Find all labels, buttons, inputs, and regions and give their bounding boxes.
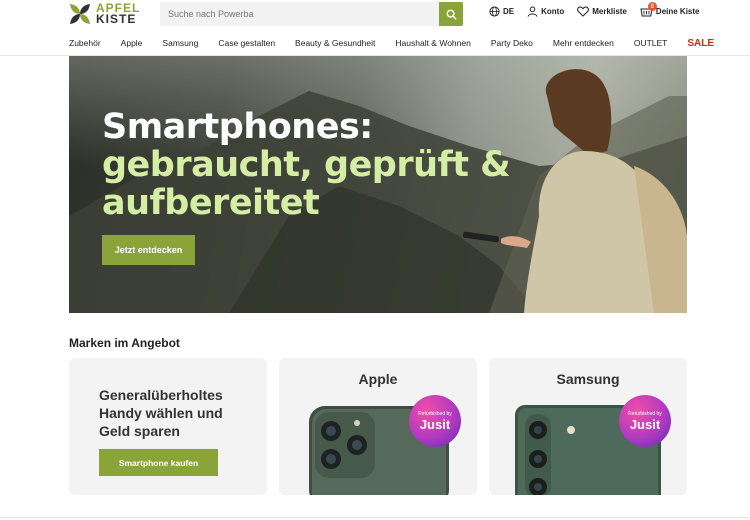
hero-cta-button[interactable]: Jetzt entdecken (102, 235, 195, 265)
brand-card-apple[interactable]: Apple Refurbished by Jusit (279, 358, 477, 495)
cart-label: Deine Kiste (655, 7, 700, 16)
search-icon (446, 9, 457, 20)
refurbished-seal: Refurbished by Jusit (619, 395, 671, 447)
language-selector[interactable]: DE (489, 6, 514, 17)
promo-card: Generalüberholtes Handy wählen und Geld … (69, 358, 267, 495)
heart-icon (577, 6, 590, 17)
search-button[interactable] (439, 2, 463, 26)
cart-count-badge: 0 (647, 2, 657, 11)
nav-item-haushalt[interactable]: Haushalt & Wohnen (395, 38, 470, 48)
section-divider (0, 517, 750, 518)
main-nav: Zubehör Apple Samsung Case gestalten Bea… (69, 36, 714, 50)
account-label: Konto (541, 7, 565, 16)
seal-brand: Jusit (629, 417, 661, 432)
seal-brand: Jusit (419, 417, 451, 432)
hero-headline-line3: aufbereitet (102, 183, 320, 223)
wishlist-label: Merkliste (592, 7, 627, 16)
hero-banner: Smartphones: gebraucht, geprüft & aufber… (69, 56, 687, 313)
search-bar (160, 2, 463, 26)
search-input[interactable] (160, 2, 430, 26)
nav-item-apple[interactable]: Apple (121, 38, 143, 48)
hero-headline: Smartphones: gebraucht, geprüft & aufber… (102, 107, 511, 223)
wishlist-link[interactable]: Merkliste (577, 6, 627, 17)
smartphone-kaufen-button[interactable]: Smartphone kaufen (99, 449, 218, 476)
promo-text: Generalüberholtes Handy wählen und Geld … (99, 387, 223, 439)
brand-card-samsung[interactable]: Samsung Refurbished by Jusit (489, 358, 687, 495)
refurbished-seal: Refurbished by Jusit (409, 395, 461, 447)
logo-leaf-icon (69, 3, 91, 25)
nav-item-case-gestalten[interactable]: Case gestalten (218, 38, 275, 48)
account-link[interactable]: Konto (527, 6, 564, 17)
user-icon (527, 6, 538, 17)
nav-item-beauty[interactable]: Beauty & Gesundheit (295, 38, 375, 48)
nav-item-mehr-entdecken[interactable]: Mehr entdecken (553, 38, 614, 48)
logo[interactable]: APFEL KISTE (69, 2, 145, 26)
nav-item-zubehoer[interactable]: Zubehör (69, 38, 101, 48)
nav-item-outlet[interactable]: OUTLET (634, 38, 668, 48)
brands-section-title: Marken im Angebot (69, 336, 180, 350)
hero-headline-line1: Smartphones: (102, 107, 373, 147)
nav-item-sale[interactable]: SALE (687, 38, 714, 49)
hero-headline-line2: gebraucht, geprüft & (102, 145, 511, 185)
language-label: DE (503, 7, 515, 16)
nav-item-party-deko[interactable]: Party Deko (491, 38, 533, 48)
globe-icon (489, 6, 500, 17)
header: APFEL KISTE DE Konto (0, 0, 750, 30)
nav-item-samsung[interactable]: Samsung (162, 38, 198, 48)
cart-link[interactable]: 0 Deine Kiste (640, 2, 700, 17)
logo-text-bottom: KISTE (96, 12, 137, 26)
